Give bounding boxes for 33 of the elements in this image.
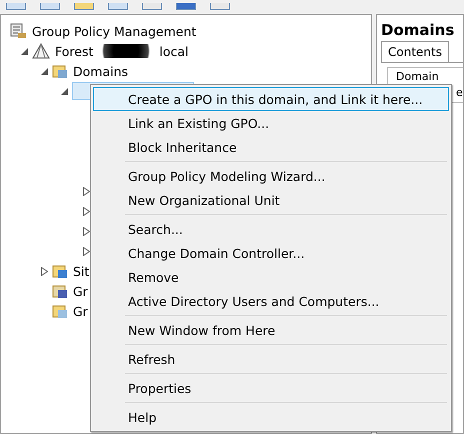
menu-item[interactable]: Properties (93, 376, 449, 400)
menu-item[interactable]: New Organizational Unit (93, 188, 449, 212)
pane-title: Domains (381, 21, 456, 39)
modeling-icon (52, 283, 68, 299)
forest-triangle-icon (32, 43, 50, 59)
results-icon (52, 303, 68, 319)
menu-item[interactable]: Search... (93, 217, 449, 241)
tree-item[interactable]: Forest (53, 42, 96, 60)
contents-tab[interactable]: Contents (381, 41, 449, 62)
tree-item[interactable]: Gr (71, 302, 90, 320)
menu-item[interactable]: Remove (93, 265, 449, 289)
domains-folder-icon (52, 63, 68, 79)
tree-item-suffix: local (158, 42, 190, 60)
menu-item[interactable]: Link an Existing GPO... (93, 111, 449, 135)
tree-item[interactable]: Sit (71, 262, 92, 280)
toolbar-button[interactable] (210, 3, 230, 10)
toolbar-button[interactable] (142, 3, 162, 10)
menu-item[interactable]: Help (93, 405, 449, 429)
menu-item[interactable]: Block Inheritance (93, 135, 449, 159)
policy-console-icon (9, 23, 27, 39)
collapsed-arrow-icon[interactable] (39, 266, 49, 276)
tree-item[interactable]: Domains (71, 62, 130, 80)
menu-item[interactable]: New Window from Here (93, 318, 449, 342)
column-header[interactable]: e (456, 86, 463, 99)
menu-item[interactable]: Group Policy Modeling Wizard... (93, 164, 449, 188)
menu-item[interactable]: Change Domain Controller... (93, 241, 449, 265)
menu-item[interactable]: Active Directory Users and Computers... (93, 289, 449, 313)
sites-folder-icon (52, 263, 68, 279)
menu-item[interactable]: Refresh (93, 347, 449, 371)
menu-item[interactable]: Create a GPO in this domain, and Link it here... (93, 87, 449, 111)
tree-item[interactable]: Gr (71, 282, 90, 300)
tree-item[interactable]: Group Policy Management (30, 22, 198, 40)
column-header[interactable]: Domain (396, 70, 439, 83)
